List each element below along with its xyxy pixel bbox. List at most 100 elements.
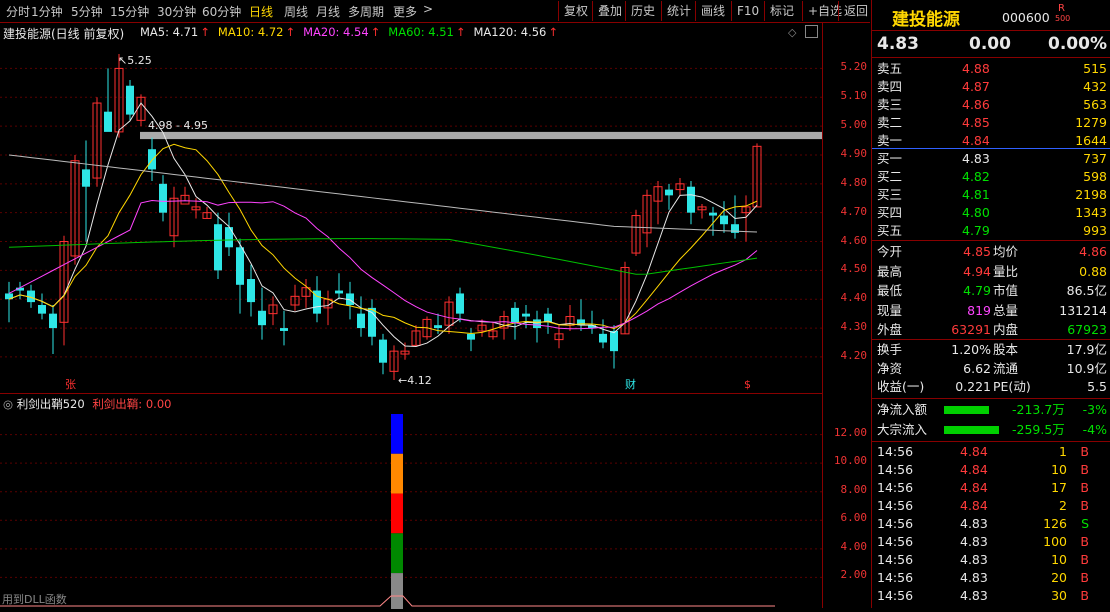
tick-row[interactable]: 14:56 4.83 100 B — [872, 533, 1110, 551]
period-tab[interactable]: 30分钟 — [157, 3, 196, 20]
toolbar-button[interactable]: 统计 — [661, 1, 696, 21]
tick-volume: 10 — [1051, 462, 1067, 477]
high-annotation: ↖5.25 — [118, 54, 152, 67]
tick-row[interactable]: 14:56 4.84 2 B — [872, 497, 1110, 515]
bid-price: 4.81 — [962, 187, 990, 202]
bid-price: 4.79 — [962, 223, 990, 238]
candle-body — [258, 310, 266, 326]
ma-label: MA120: 4.56 — [473, 25, 547, 39]
tick-volume: 20 — [1051, 570, 1067, 585]
ma120-line — [8, 154, 758, 233]
diamond-icon[interactable]: ◇ — [788, 26, 796, 39]
tick-row[interactable]: 14:56 4.83 30 B — [872, 587, 1110, 605]
r-badge: R — [1058, 3, 1065, 14]
tick-time: 14:56 — [877, 588, 914, 603]
ask-volume: 432 — [1083, 79, 1107, 94]
bid-row: 买一 4.83 737 — [872, 150, 1110, 168]
period-tab[interactable]: 日线 — [249, 3, 273, 20]
period-tab[interactable]: 多周期 — [348, 3, 384, 20]
stat-label: 最高 — [877, 263, 903, 279]
ma-label: MA10: 4.72 — [217, 25, 284, 39]
indicator-tick-label: 2.00 — [840, 568, 868, 582]
toolbar-button[interactable]: 标记 — [764, 1, 799, 21]
candle-body — [214, 224, 222, 271]
fundamental-value: 0.221 — [955, 379, 991, 394]
maximize-icon[interactable] — [805, 25, 818, 38]
period-tab[interactable]: 60分钟 — [202, 3, 241, 20]
fundamental-value: 17.9亿 — [1066, 342, 1107, 357]
tick-row[interactable]: 14:56 4.84 10 B — [872, 461, 1110, 479]
stat-label: 市值 — [993, 283, 1019, 298]
price-tick-label: 4.70 — [840, 204, 868, 218]
tick-row[interactable]: 14:56 4.83 20 B — [872, 569, 1110, 587]
tick-volume: 17 — [1051, 480, 1067, 495]
tick-row[interactable]: 14:56 4.84 1 B — [872, 443, 1110, 461]
tick-time: 14:56 — [877, 444, 914, 459]
period-tab[interactable]: 分时 — [6, 3, 30, 20]
period-tab[interactable]: 15分钟 — [110, 3, 149, 20]
tick-volume: 2 — [1059, 498, 1067, 513]
ask-price: 4.87 — [962, 79, 990, 94]
tick-row[interactable]: 14:56 4.83 126 S — [872, 515, 1110, 533]
bid-price: 4.82 — [962, 169, 990, 184]
fundamental-label: 净资 — [877, 360, 903, 376]
stats-block: 今开 4.85 均价 4.86 最高 4.94 量比 0.88 最低 4.79 市值 86.5亿 现量 8… — [872, 241, 1110, 341]
signal-line — [0, 595, 775, 607]
tick-list[interactable]: 14:56 4.84 1 B 14:56 4.84 10 B 14:56 4.84 17 B 14:56… — [872, 443, 1110, 608]
toolbar-button[interactable]: 历史 — [625, 1, 660, 21]
indicator-panel[interactable]: ◎ 利剑出鞘520 利剑出鞘: 0.00 用到DLL函数 — [0, 393, 822, 612]
ask-row: 卖四 4.87 432 — [872, 78, 1110, 96]
price-tick-label: 5.10 — [840, 89, 868, 103]
flow-value: -259.5万 — [1012, 422, 1065, 437]
period-tab[interactable]: 更多 — [393, 3, 417, 20]
tick-row[interactable]: 14:56 4.83 10 B — [872, 551, 1110, 569]
price-tick-label: 4.80 — [840, 175, 868, 189]
toolbar-button[interactable]: 画线 — [695, 1, 730, 21]
indicator-tick-label: 4.00 — [840, 539, 868, 553]
indicator-title[interactable]: 利剑出鞘520 — [17, 397, 85, 411]
fundamental-row: 收益(一) 0.221 PE(动) 5.5 — [872, 378, 1110, 396]
price-change: 0.00 — [969, 34, 1011, 54]
period-tab[interactable]: 5分钟 — [71, 3, 103, 20]
toolbar-button[interactable]: 返回 — [838, 1, 873, 21]
tick-time: 14:56 — [877, 462, 914, 477]
ask-label: 卖四 — [877, 79, 903, 94]
tick-row[interactable]: 14:56 4.84 17 B — [872, 479, 1110, 497]
fundamental-label: 收益(一) — [877, 379, 925, 394]
stat-row: 最低 4.79 市值 86.5亿 — [872, 282, 1110, 300]
period-tab[interactable]: 周线 — [284, 3, 308, 20]
bid-label: 买五 — [877, 223, 903, 238]
indicator-toggle-icon[interactable]: ◎ — [3, 397, 13, 411]
candle-body — [533, 319, 541, 329]
candle-body — [82, 169, 90, 187]
flow-bar — [944, 426, 999, 434]
toolbar-button[interactable]: F10 — [731, 1, 764, 21]
fundamentals-block: 换手 1.20% 股本 17.9亿 净资 6.62 流通 10.9亿 收益(一) 0.221 PE(… — [872, 340, 1110, 398]
price-axis: 5.20 5.10 5.00 4.90 4.80 4.70 4.60 4.50 4.40 4.30… — [822, 22, 871, 608]
toolbar-button[interactable]: 叠加 — [592, 1, 627, 21]
kline-svg: ↖5.25 4.98 - 4.95 ←4.12 张 财 $ — [0, 54, 822, 391]
price-tick-label: 4.40 — [840, 291, 868, 305]
toolbar-button[interactable]: 复权 — [558, 1, 593, 21]
kline-chart[interactable]: ↖5.25 4.98 - 4.95 ←4.12 张 财 $ 建投能源(日线 前复权) MA… — [0, 22, 822, 392]
indicator-svg — [0, 414, 822, 612]
flow-pct: -4% — [1082, 422, 1107, 437]
period-tab[interactable]: 1分钟 — [31, 3, 63, 20]
up-arrow-icon: ↑ — [285, 25, 296, 39]
bid-volume: 598 — [1083, 169, 1107, 184]
price-tick-label: 5.00 — [840, 118, 868, 132]
fundamental-label: 换手 — [877, 342, 903, 357]
ask-label: 卖三 — [877, 97, 903, 112]
more-chevron-icon[interactable]: > — [423, 2, 433, 16]
candle-body — [49, 313, 57, 329]
low-annotation: ←4.12 — [398, 374, 432, 387]
last-price: 4.83 — [877, 34, 919, 54]
candle-body — [434, 325, 442, 329]
bid-label: 买四 — [877, 205, 903, 220]
fundamental-label: PE(动) — [993, 379, 1031, 394]
chart-title: 建投能源(日线 前复权) — [3, 27, 125, 41]
ma60-line — [8, 238, 758, 275]
period-tab[interactable]: 月线 — [316, 3, 340, 20]
candle-body — [379, 339, 387, 363]
candle-body — [247, 279, 255, 303]
